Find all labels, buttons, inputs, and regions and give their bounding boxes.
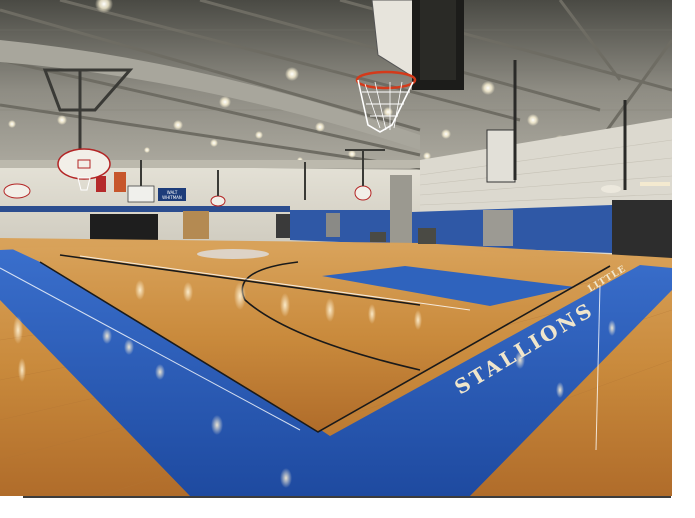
side-door xyxy=(483,210,513,246)
door-opening xyxy=(276,214,290,238)
exit-light xyxy=(640,182,670,186)
bench xyxy=(370,232,386,242)
gym-scene: WALT WHITMAN STALLIONS LITTLE xyxy=(0,0,672,496)
bleacher xyxy=(418,228,436,244)
photo-frame: WALT WHITMAN STALLIONS LITTLE xyxy=(0,0,695,518)
tall-column xyxy=(390,175,412,245)
flag-orange xyxy=(114,172,126,192)
side-entrance xyxy=(612,200,672,260)
gymnasium-photo: WALT WHITMAN STALLIONS LITTLE xyxy=(0,0,672,496)
flag-red xyxy=(96,176,106,192)
gray-door xyxy=(326,213,340,237)
wall-pad xyxy=(90,214,158,240)
wall-sign-line2: WHITMAN xyxy=(162,195,182,200)
back-wall-stripe xyxy=(0,206,290,212)
wooden-door xyxy=(183,211,209,239)
center-circle-logo xyxy=(197,249,269,259)
